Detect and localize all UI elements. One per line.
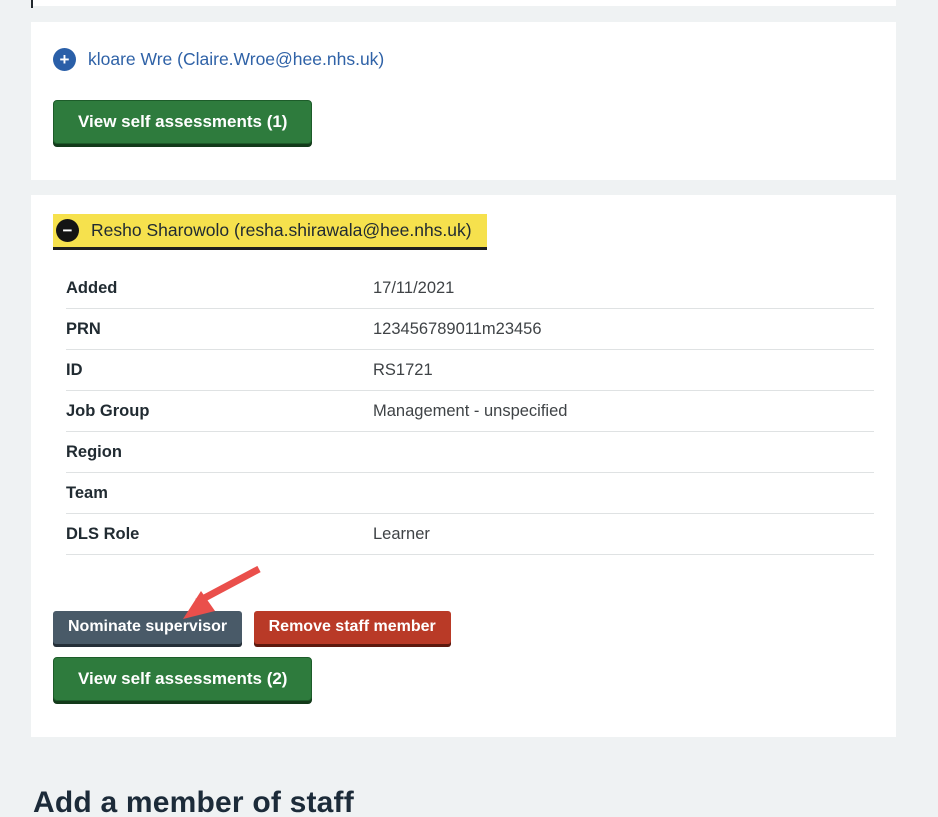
view-self-assessments-button[interactable]: View self assessments (2)	[53, 657, 313, 701]
staff-member-link[interactable]: kloare Wre (Claire.Wroe@hee.nhs.uk)	[88, 49, 384, 70]
detail-label: PRN	[66, 320, 101, 338]
detail-row-team: Team	[66, 473, 874, 514]
detail-value: 17/11/2021	[373, 279, 455, 297]
staff-action-buttons: Nominate supervisor Remove staff member	[53, 611, 874, 644]
detail-label: ID	[66, 361, 83, 379]
minus-icon[interactable]: −	[56, 219, 79, 242]
scroll-edge-artifact	[31, 0, 33, 8]
minus-glyph: −	[62, 221, 73, 240]
staff-member-toggle-row-expanded[interactable]: − Resho Sharowolo (resha.shirawala@hee.n…	[53, 214, 487, 250]
add-staff-heading: Add a member of staff	[33, 786, 354, 817]
staff-details-table: Added 17/11/2021 PRN 123456789011m23456 …	[66, 268, 874, 555]
remove-staff-member-button[interactable]: Remove staff member	[253, 611, 451, 644]
view-self-assessments-button[interactable]: View self assessments (1)	[53, 100, 313, 144]
detail-row-id: ID RS1721	[66, 350, 874, 391]
staff-member-toggle-row[interactable]: + kloare Wre (Claire.Wroe@hee.nhs.uk)	[53, 48, 384, 71]
detail-value: 123456789011m23456	[373, 320, 542, 338]
detail-label: Job Group	[66, 402, 150, 420]
plus-glyph: +	[59, 50, 70, 69]
detail-label: Team	[66, 484, 108, 502]
staff-card-kloare: + kloare Wre (Claire.Wroe@hee.nhs.uk) Vi…	[31, 22, 896, 180]
staff-management-page: { "page": { "heading_add_staff": "Add a …	[0, 0, 938, 817]
detail-row-added: Added 17/11/2021	[66, 268, 874, 309]
detail-label: DLS Role	[66, 525, 140, 543]
detail-value: Management - unspecified	[373, 402, 568, 420]
plus-icon[interactable]: +	[53, 48, 76, 71]
previous-card-bottom-edge	[31, 0, 896, 6]
detail-row-region: Region	[66, 432, 874, 473]
staff-member-link[interactable]: Resho Sharowolo (resha.shirawala@hee.nhs…	[91, 220, 472, 241]
detail-row-dls-role: DLS Role Learner	[66, 514, 874, 555]
detail-value: Learner	[373, 525, 430, 543]
nominate-supervisor-button[interactable]: Nominate supervisor	[53, 611, 243, 644]
detail-value: RS1721	[373, 361, 433, 379]
detail-row-prn: PRN 123456789011m23456	[66, 309, 874, 350]
detail-label: Region	[66, 443, 122, 461]
detail-label: Added	[66, 279, 118, 297]
detail-row-job-group: Job Group Management - unspecified	[66, 391, 874, 432]
staff-card-resho: − Resho Sharowolo (resha.shirawala@hee.n…	[31, 195, 896, 737]
